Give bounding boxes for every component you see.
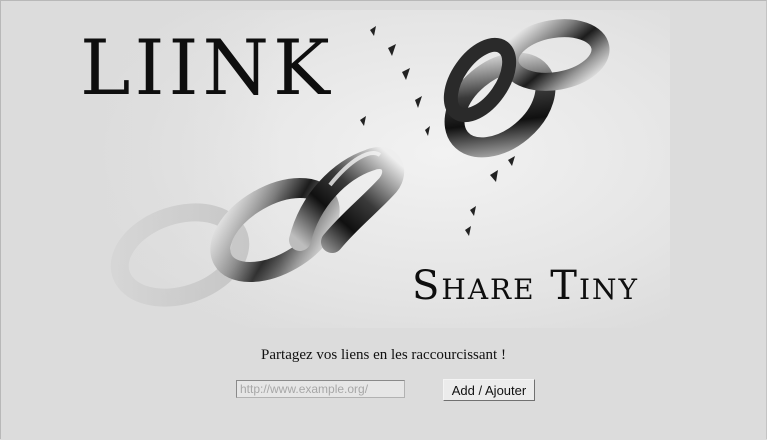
shorten-form: Add / Ajouter (0, 379, 767, 403)
url-input[interactable] (236, 380, 405, 398)
tagline: Partagez vos liens en les raccourcissant… (261, 347, 506, 363)
add-button[interactable]: Add / Ajouter (443, 379, 535, 401)
logo-title: LIINK (80, 23, 334, 112)
logo-subtitle: Share Tiny (412, 263, 640, 309)
